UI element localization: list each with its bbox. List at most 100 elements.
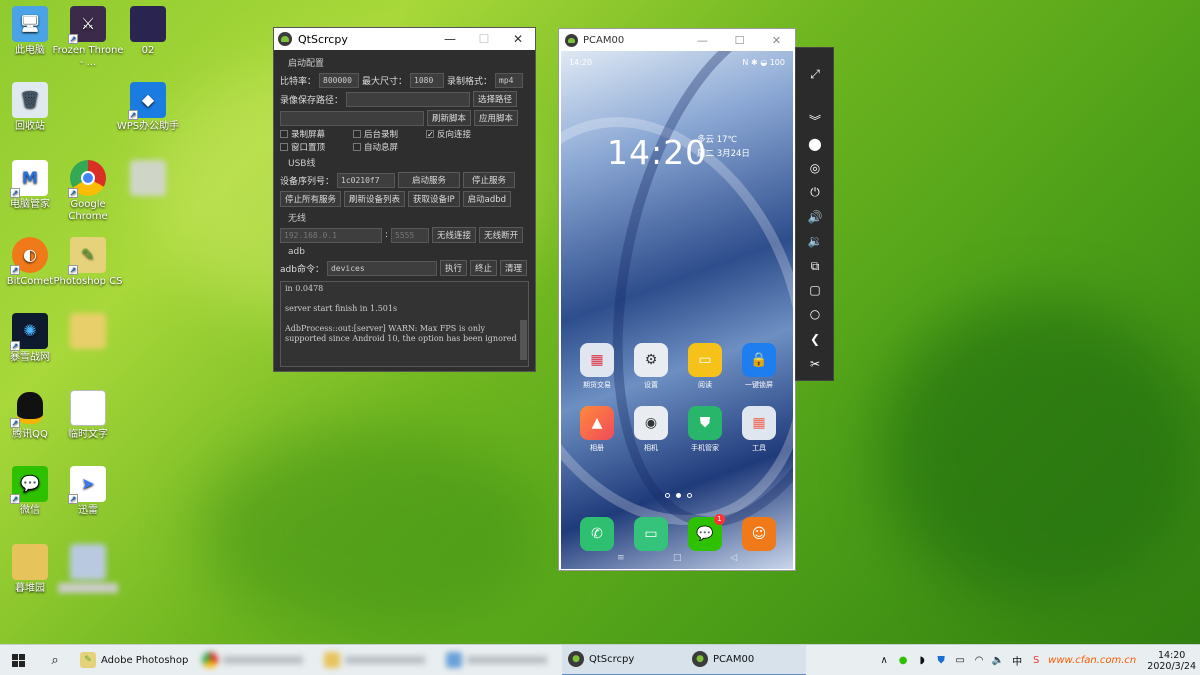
desktop-icon-blurred-2[interactable] — [52, 313, 124, 352]
desktop-icon-wps[interactable]: ◆ ↗ WPS办公助手 — [112, 82, 184, 133]
wireless-disconnect-button[interactable]: 无线断开 — [479, 227, 524, 243]
menu-icon[interactable]: ▢ — [804, 280, 826, 300]
minimize-icon[interactable]: — — [433, 32, 467, 46]
volume-down-icon[interactable]: 🔉 — [804, 231, 826, 251]
get-device-ip-button[interactable]: 获取设备IP — [408, 191, 460, 207]
app-phone-manager[interactable]: ⛊ 手机管家 — [683, 406, 727, 453]
log-scrollbar[interactable] — [520, 320, 527, 360]
apply-script-button[interactable]: 应用脚本 — [474, 110, 519, 126]
eye-off-icon[interactable]: ◎ — [804, 158, 826, 178]
double-chevron-down-icon[interactable]: ︾ — [804, 110, 826, 130]
scissors-icon[interactable]: ✂ — [804, 354, 826, 374]
app-switch-icon[interactable]: ⧉ — [804, 256, 826, 276]
shield-tray-icon[interactable]: ⛊ — [934, 654, 948, 668]
log-output[interactable]: in 0.0478 server start finish in 1.501s … — [280, 281, 529, 367]
ime-indicator[interactable]: 中 — [1010, 654, 1024, 668]
adb-command-input[interactable]: devices — [326, 260, 437, 276]
refresh-script-button[interactable]: 刷新脚本 — [427, 110, 472, 126]
page-indicator — [665, 493, 692, 498]
wifi-icon[interactable]: ◠ — [972, 654, 986, 668]
app-futures[interactable]: ▦ 期货交易 — [575, 343, 619, 390]
reverse-connect-checkbox[interactable]: ✓ 反向连接 — [426, 128, 471, 140]
taskbar-app-chrome[interactable] — [196, 645, 318, 675]
phone-titlebar[interactable]: PCAM00 — ☐ ✕ — [559, 29, 795, 51]
bitrate-input[interactable]: 800000 — [319, 72, 360, 88]
refresh-devices-button[interactable]: 刷新设备列表 — [344, 191, 406, 207]
app-camera[interactable]: ◉ 相机 — [629, 406, 673, 453]
desktop-icon-xunlei[interactable]: ➤ ↗ 迅雷 — [52, 466, 124, 517]
desktop-icon-02[interactable]: 02 — [112, 6, 184, 57]
app-settings[interactable]: ⚙ 设置 — [629, 343, 673, 390]
maximize-icon[interactable]: ☐ — [467, 32, 501, 46]
taskbar-app-pcam00[interactable]: ● PCAM00 — [686, 644, 806, 675]
start-button[interactable] — [0, 645, 36, 675]
weather-widget: 多云 17℃ 周二 3月24日 — [697, 135, 750, 159]
minimize-icon[interactable]: — — [684, 34, 721, 47]
record-path-input[interactable] — [346, 91, 471, 107]
desktop-icon-photoshop[interactable]: ✎ ↗ Photoshop CS — [52, 237, 124, 288]
auto-screen-off-checkbox[interactable]: 自动息屏 — [353, 141, 398, 153]
terminate-button[interactable]: 终止 — [469, 260, 497, 276]
record-screen-checkbox[interactable]: 录制屏幕 — [280, 128, 325, 140]
volume-up-icon[interactable]: 🔊 — [804, 207, 826, 227]
start-service-button[interactable]: 启动服务 — [398, 172, 461, 188]
back-nav-icon[interactable]: ◁ — [730, 553, 737, 563]
desktop-icon-blurred-3[interactable] — [52, 544, 124, 593]
home-nav-icon[interactable]: □ — [673, 553, 682, 563]
ip-input[interactable]: 192.168.0.1 — [280, 227, 382, 243]
clear-button[interactable]: 清理 — [499, 260, 527, 276]
home-icon[interactable]: ○ — [804, 304, 826, 324]
taskbar-app-qtscrcpy[interactable]: ● QtScrcpy — [562, 644, 686, 675]
folder-icon — [324, 652, 340, 668]
app-gallery[interactable]: ▲ 相册 — [575, 406, 619, 453]
desktop-icon-temp-text[interactable]: 临时文字 — [52, 390, 124, 441]
dock-messages[interactable]: ▭ — [629, 517, 673, 554]
app-tools[interactable]: ▦ 工具 — [737, 406, 781, 453]
search-icon[interactable]: ⌕ — [36, 645, 74, 675]
taskbar-app-image[interactable] — [440, 645, 562, 675]
app-lock-screen[interactable]: 🔒 一键锁屏 — [737, 343, 781, 390]
select-path-button[interactable]: 选择路径 — [473, 91, 518, 107]
app-reading[interactable]: ▭ 阅读 — [683, 343, 727, 390]
phone-screen[interactable]: 14:20 N ✱ ◒ 100 14:20 多云 17℃ 周二 3月24日 ▦ 期… — [561, 51, 793, 569]
port-input[interactable]: 5555 — [391, 227, 430, 243]
taskbar-clock[interactable]: 14:20 2020/3/24 — [1147, 650, 1196, 672]
maximize-icon[interactable]: ☐ — [721, 34, 758, 47]
wireless-connect-button[interactable]: 无线连接 — [432, 227, 477, 243]
execute-button[interactable]: 执行 — [439, 260, 467, 276]
back-icon[interactable]: ❮ — [804, 329, 826, 349]
format-select[interactable]: mp4 — [495, 72, 524, 88]
power-icon[interactable]: ⏻ — [804, 182, 826, 202]
stop-service-button[interactable]: 停止服务 — [463, 172, 516, 188]
start-adbd-button[interactable]: 启动adbd — [462, 191, 512, 207]
desktop-icon-recycle-bin[interactable]: 🗑 回收站 — [0, 82, 66, 133]
screen-off-icon[interactable]: ⬤ — [804, 134, 826, 154]
taskbar-app-folder[interactable] — [318, 645, 440, 675]
qq-tray-icon[interactable]: ◗ — [915, 654, 929, 668]
blurred-icon — [70, 313, 106, 349]
display-tray-icon[interactable]: ▭ — [953, 654, 967, 668]
window-top-checkbox[interactable]: 窗口置顶 — [280, 141, 325, 153]
volume-icon[interactable]: 🔈 — [991, 654, 1005, 668]
wechat-tray-icon[interactable]: ● — [896, 654, 910, 668]
taskbar-app-photoshop[interactable]: ✎ Adobe Photoshop — [74, 645, 196, 675]
chevron-up-icon[interactable]: ∧ — [877, 654, 891, 668]
dock-uc-browser[interactable]: ☺ — [737, 517, 781, 554]
script-select[interactable] — [280, 110, 424, 126]
maxsize-label: 最大尺寸： — [362, 76, 408, 87]
phone-mirror-window: PCAM00 — ☐ ✕ 14:20 N ✱ ◒ 100 14:20 多云 17… — [558, 28, 796, 571]
fullscreen-icon[interactable]: ⤢ — [804, 64, 826, 84]
desktop-icon-blurred[interactable] — [112, 160, 184, 199]
maxsize-select[interactable]: 1080 — [410, 72, 445, 88]
bg-record-checkbox[interactable]: 后台录制 — [353, 128, 398, 140]
dock-wechat[interactable]: 💬 1 — [683, 514, 727, 554]
menu-nav-icon[interactable]: ≡ — [617, 553, 625, 563]
pc-manager-icon: M ↗ — [10, 160, 48, 198]
close-icon[interactable]: ✕ — [501, 32, 535, 46]
close-icon[interactable]: ✕ — [758, 34, 795, 47]
qtscrcpy-titlebar[interactable]: QtScrcpy — ☐ ✕ — [274, 28, 535, 50]
dock-phone[interactable]: ✆ — [575, 517, 619, 554]
stop-all-services-button[interactable]: 停止所有服务 — [280, 191, 342, 207]
sogou-icon[interactable]: S — [1029, 654, 1043, 668]
serial-select[interactable]: 1c0210f7 — [337, 172, 396, 188]
